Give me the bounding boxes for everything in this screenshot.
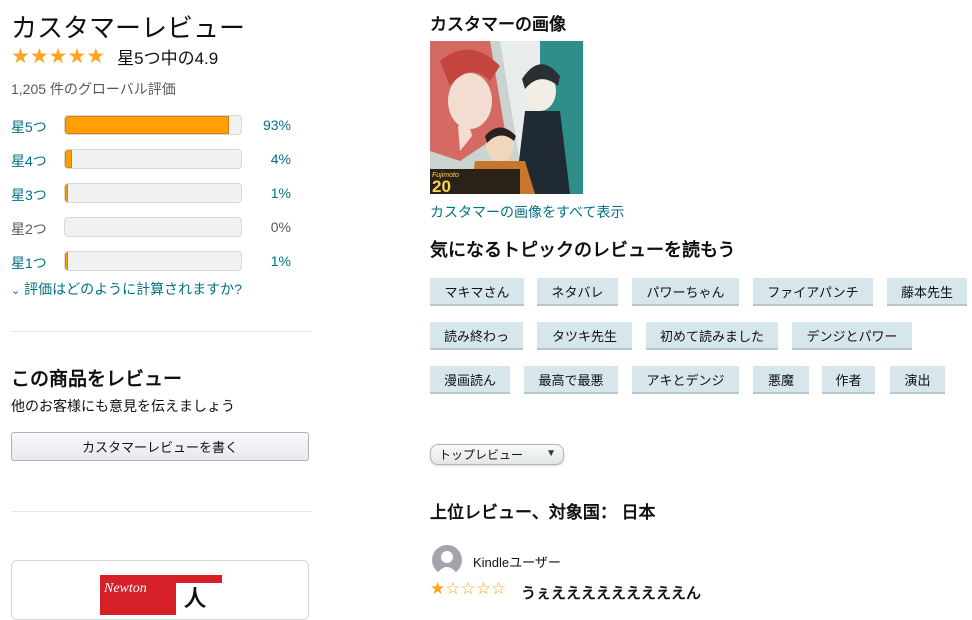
histogram-bar	[64, 217, 242, 237]
histogram-star-label: 星2つ	[11, 221, 47, 237]
topic-chip[interactable]: 藤本先生	[887, 278, 967, 306]
star-icon: ★	[48, 45, 68, 68]
topic-chip[interactable]: マキマさん	[430, 278, 524, 306]
divider	[11, 331, 311, 332]
histogram-bar[interactable]	[64, 183, 242, 203]
top-reviews-title: 上位レビュー、対象国： 日本	[430, 503, 656, 522]
histogram-star-label[interactable]: 星4つ	[11, 151, 47, 171]
topic-chip[interactable]: ファイアパンチ	[753, 278, 873, 306]
user-icon	[436, 551, 458, 575]
star-empty-icon: ☆	[445, 579, 461, 598]
global-rating-count: 1,205 件のグローバル評価	[11, 81, 176, 97]
histogram-bar[interactable]	[64, 115, 242, 135]
customer-image-thumbnail[interactable]: Fujimoto 20	[430, 41, 583, 194]
topic-chip[interactable]: 最高で最悪	[524, 366, 618, 394]
sort-dropdown[interactable]: トップレビュー ▼	[430, 444, 564, 465]
star-empty-icon: ☆	[475, 579, 491, 598]
ad-book-cover-image[interactable]: Newton 人	[100, 575, 222, 615]
manga-cover-image: Fujimoto 20	[430, 41, 583, 194]
histogram-percent[interactable]: 1%	[271, 253, 291, 269]
star-icon: ★	[11, 45, 30, 68]
histogram-bar-fill	[65, 116, 229, 134]
write-review-button[interactable]: カスタマーレビューを書く	[11, 432, 309, 461]
ad-brand-text: Newton	[104, 581, 147, 596]
reviewer-name[interactable]: Kindleユーザー	[473, 552, 561, 571]
divider	[11, 511, 311, 512]
topics-title: 気になるトピックのレビューを読もう	[430, 240, 736, 260]
topic-chip[interactable]: タツキ先生	[537, 322, 632, 350]
ad-cover-char: 人	[184, 586, 207, 611]
histogram-star-label[interactable]: 星1つ	[11, 253, 47, 273]
histogram-bar-fill	[65, 184, 68, 202]
topic-chip[interactable]: 読み終わっ	[430, 322, 523, 350]
average-rating-text: 星5つ中の4.9	[117, 49, 219, 68]
how-calculated-link[interactable]: ⌄ 評価はどのように計算されますか?	[11, 279, 242, 299]
chevron-down-icon: ▼	[546, 448, 556, 459]
star-empty-icon: ☆	[460, 579, 476, 598]
histogram-bar-fill	[65, 150, 73, 168]
review-product-title: この商品をレビュー	[11, 369, 183, 390]
histogram-bar-fill	[65, 252, 68, 270]
histogram-star-label[interactable]: 星3つ	[11, 185, 47, 205]
how-calculated-label: 評価はどのように計算されますか?	[24, 281, 242, 297]
star-icon: ★	[86, 45, 106, 68]
star-filled-icon: ★	[430, 579, 446, 598]
chevron-down-icon: ⌄	[11, 285, 21, 297]
histogram-star-label[interactable]: 星5つ	[11, 117, 47, 137]
average-rating-row: ★ ★ ★ ★ ★ 星5つ中の4.9	[11, 44, 218, 69]
topic-chip[interactable]: 作者	[822, 366, 875, 394]
reviews-title: カスタマーレビュー	[11, 13, 246, 43]
topic-chip[interactable]: 漫画読ん	[430, 366, 510, 394]
star-empty-icon: ☆	[491, 579, 507, 598]
histogram-bar[interactable]	[64, 149, 242, 169]
average-stars: ★ ★ ★ ★ ★	[11, 46, 105, 67]
topic-chip[interactable]: アキとデンジ	[632, 366, 739, 394]
avatar	[432, 545, 462, 575]
histogram-percent[interactable]: 93%	[263, 117, 291, 133]
sort-selected-value: トップレビュー	[439, 448, 524, 462]
histogram-row[interactable]: 星4つ 4%	[11, 149, 311, 171]
thumb-badge-text: 20	[432, 177, 451, 194]
histogram-bar[interactable]	[64, 251, 242, 271]
histogram-row[interactable]: 星5つ 93%	[11, 115, 311, 137]
histogram-row[interactable]: 星3つ 1%	[11, 183, 311, 205]
topic-chip[interactable]: パワーちゃん	[632, 278, 739, 306]
histogram-percent[interactable]: 1%	[271, 185, 291, 201]
topic-chip[interactable]: 初めて読みました	[646, 322, 778, 350]
histogram-row[interactable]: 星1つ 1%	[11, 251, 311, 273]
topic-chip[interactable]: 悪魔	[753, 366, 809, 394]
see-all-customer-images-link[interactable]: カスタマーの画像をすべて表示	[430, 202, 624, 222]
histogram-percent[interactable]: 4%	[271, 151, 291, 167]
star-icon: ★	[29, 45, 49, 68]
histogram-percent: 0%	[270, 219, 291, 235]
star-icon: ★	[67, 45, 87, 68]
histogram-row: 星2つ 0%	[11, 217, 311, 239]
topic-chip[interactable]: 演出	[890, 366, 945, 394]
topic-chip[interactable]: ネタバレ	[537, 278, 618, 306]
customer-images-title: カスタマーの画像	[430, 15, 566, 34]
topic-chip[interactable]: デンジとパワー	[792, 322, 912, 350]
review-product-subtitle: 他のお客様にも意見を伝えましょう	[11, 398, 235, 414]
review-rating-stars[interactable]: ★ ☆ ☆ ☆ ☆	[430, 580, 506, 598]
